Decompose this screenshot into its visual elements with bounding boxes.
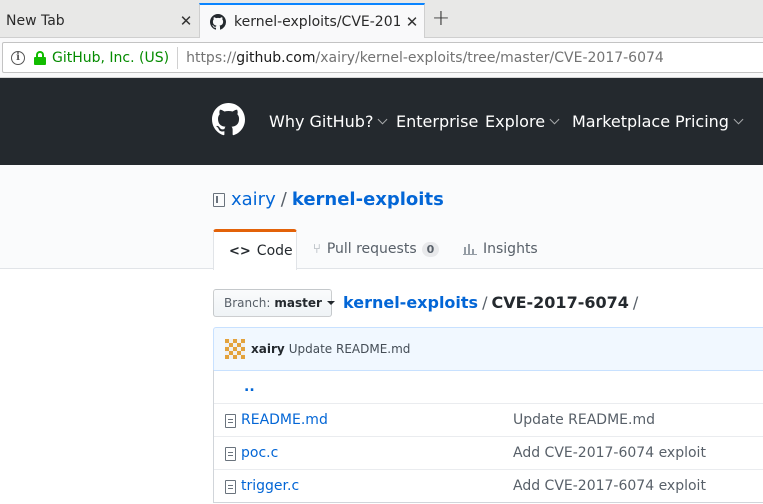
breadcrumb-current: CVE-2017-6074	[491, 293, 629, 312]
file-list: .. README.md Update README.md poc.c Add …	[213, 370, 763, 503]
tab-insights[interactable]: Insights	[463, 229, 538, 269]
navigation-toolbar: i GitHub, Inc. (US) https://github.com/x…	[0, 38, 763, 78]
site-identity[interactable]: GitHub, Inc. (US)	[52, 50, 169, 66]
divider	[177, 46, 179, 69]
tab-code[interactable]: <> Code	[213, 229, 297, 270]
lock-icon[interactable]	[34, 50, 46, 65]
address-bar[interactable]: i GitHub, Inc. (US) https://github.com/x…	[2, 42, 763, 73]
file-commit-message-link[interactable]: Add CVE-2017-6074 exploit	[513, 478, 706, 494]
repo-title: xairy / kernel-exploits	[213, 189, 444, 210]
nav-explore[interactable]: Explore	[485, 112, 560, 131]
nav-pricing[interactable]: Pricing	[675, 112, 744, 131]
repo-name-link[interactable]: kernel-exploits	[292, 189, 444, 210]
pull-request-count-badge: 0	[421, 241, 440, 257]
commit-author-link[interactable]: xairy	[251, 342, 285, 356]
tab-kernel-exploits[interactable]: kernel-exploits/CVE-201 ✕	[199, 3, 425, 39]
chevron-down-icon	[549, 114, 560, 125]
file-name-link[interactable]: poc.c	[241, 445, 278, 461]
breadcrumb-separator: /	[632, 293, 639, 312]
file-commit-message-link[interactable]: Update README.md	[513, 412, 655, 428]
repo-owner-link[interactable]: xairy	[231, 189, 276, 210]
tab-title: New Tab	[6, 12, 65, 29]
nav-why-github[interactable]: Why GitHub?	[269, 112, 388, 131]
code-icon: <>	[229, 243, 251, 259]
graph-icon	[463, 244, 477, 255]
tab-new-tab[interactable]: New Tab ✕	[0, 3, 198, 38]
breadcrumb-root-link[interactable]: kernel-exploits	[343, 293, 478, 312]
up-tree-link[interactable]: ..	[244, 379, 255, 395]
nav-marketplace[interactable]: Marketplace	[572, 112, 670, 131]
nav-enterprise[interactable]: Enterprise	[396, 112, 478, 131]
close-tab-icon[interactable]: ✕	[400, 13, 424, 31]
pull-request-icon: ⑂	[313, 241, 321, 257]
latest-commit-bar: xairy Update README.md	[213, 327, 763, 371]
file-name-link[interactable]: README.md	[241, 412, 328, 428]
breadcrumb-separator: /	[482, 293, 488, 312]
browser-tab-strip: New Tab ✕ kernel-exploits/CVE-201 ✕ +	[0, 0, 763, 39]
table-row: README.md Update README.md	[214, 403, 763, 436]
chevron-down-icon	[378, 114, 388, 125]
github-logo-icon[interactable]	[212, 103, 245, 136]
branch-label: Branch:	[224, 296, 271, 310]
repo-header: xairy / kernel-exploits <> Code ⑂ Pull r…	[0, 165, 763, 270]
close-tab-icon[interactable]: ✕	[174, 12, 198, 30]
repo-separator: /	[280, 189, 287, 210]
info-icon[interactable]: i	[11, 50, 25, 65]
breadcrumb: kernel-exploits / CVE-2017-6074/	[343, 293, 642, 312]
github-favicon-icon	[210, 14, 226, 30]
up-tree-row[interactable]: ..	[214, 370, 763, 403]
file-icon	[225, 447, 236, 461]
commit-message-link[interactable]: Update README.md	[289, 342, 411, 356]
new-tab-button[interactable]: +	[428, 5, 454, 33]
chevron-down-icon	[326, 301, 335, 305]
file-icon	[225, 480, 236, 494]
file-commit-message-link[interactable]: Add CVE-2017-6074 exploit	[513, 445, 706, 461]
chevron-down-icon	[733, 114, 744, 125]
avatar[interactable]	[225, 339, 245, 359]
table-row: poc.c Add CVE-2017-6074 exploit	[214, 436, 763, 469]
github-header: Why GitHub? Enterprise Explore Marketpla…	[0, 78, 763, 165]
branch-value: master	[274, 296, 322, 310]
tab-title: kernel-exploits/CVE-201	[234, 14, 400, 30]
file-name-link[interactable]: trigger.c	[241, 478, 299, 494]
url-text[interactable]: https://github.com/xairy/kernel-exploits…	[186, 50, 664, 66]
file-icon	[225, 414, 236, 428]
tab-pull-requests[interactable]: ⑂ Pull requests 0	[313, 229, 440, 269]
branch-selector-button[interactable]: Branch: master	[213, 289, 335, 317]
repo-icon	[213, 192, 225, 207]
table-row: trigger.c Add CVE-2017-6074 exploit	[214, 469, 763, 502]
